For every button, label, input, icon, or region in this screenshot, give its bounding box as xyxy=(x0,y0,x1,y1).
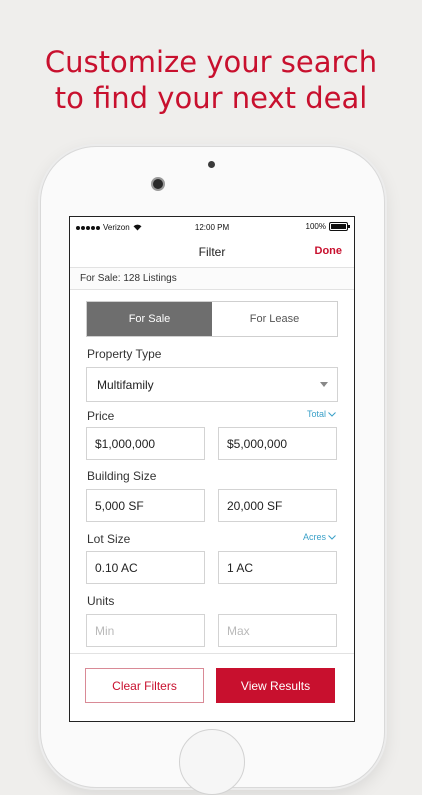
battery-percent: 100% xyxy=(305,222,326,231)
building-size-min-input[interactable] xyxy=(87,490,204,521)
units-max-input[interactable] xyxy=(219,615,336,646)
battery-icon xyxy=(329,222,350,231)
dropdown-caret-icon xyxy=(320,382,328,387)
marketing-headline: Customize your search to find your next … xyxy=(0,44,422,116)
price-max-input[interactable] xyxy=(219,428,336,459)
property-type-select[interactable]: Multifamily xyxy=(86,367,338,402)
segment-for-sale[interactable]: For Sale xyxy=(87,302,212,336)
nav-bar: Filter Done xyxy=(70,237,354,268)
price-unit-label: Total xyxy=(306,409,326,419)
speaker-dot xyxy=(208,161,215,168)
building-size-max-input[interactable] xyxy=(219,490,336,521)
price-min-field[interactable] xyxy=(86,427,205,460)
units-min-field[interactable] xyxy=(86,614,205,647)
price-max-field[interactable] xyxy=(218,427,337,460)
segment-for-lease[interactable]: For Lease xyxy=(212,302,337,336)
chevron-down-icon xyxy=(328,411,336,417)
lot-size-unit-label: Acres xyxy=(302,532,326,542)
building-size-max-field[interactable] xyxy=(218,489,337,522)
price-min-input[interactable] xyxy=(87,428,204,459)
home-button[interactable] xyxy=(179,729,245,795)
status-right: 100% xyxy=(305,222,350,231)
building-size-min-field[interactable] xyxy=(86,489,205,522)
lot-size-label: Lot Size xyxy=(87,532,131,546)
chevron-down-icon xyxy=(328,534,336,540)
building-size-label: Building Size xyxy=(87,469,157,483)
units-max-field[interactable] xyxy=(218,614,337,647)
price-unit-toggle[interactable]: Total xyxy=(307,409,336,419)
property-type-value: Multifamily xyxy=(97,378,154,392)
clear-filters-button[interactable]: Clear Filters xyxy=(85,668,204,703)
property-type-label: Property Type xyxy=(87,347,162,361)
view-results-button[interactable]: View Results xyxy=(216,668,335,703)
camera-icon xyxy=(151,177,165,191)
units-min-input[interactable] xyxy=(87,615,204,646)
headline-line-2: to find your next deal xyxy=(54,81,368,115)
units-label: Units xyxy=(87,594,115,608)
lot-size-unit-toggle[interactable]: Acres xyxy=(303,532,336,542)
phone-screen: Verizon 12:00 PM 100% Filter Done For Sa… xyxy=(69,216,355,722)
done-button[interactable]: Done xyxy=(315,245,343,257)
lot-size-max-input[interactable] xyxy=(219,552,336,583)
listing-type-segmented-control: For Sale For Lease xyxy=(86,301,338,337)
price-label: Price xyxy=(87,409,115,423)
page-title: Filter xyxy=(198,245,226,259)
listing-count: For Sale: 128 Listings xyxy=(80,273,177,284)
headline-line-1: Customize your search xyxy=(44,45,378,79)
lot-size-min-input[interactable] xyxy=(87,552,204,583)
lot-size-max-field[interactable] xyxy=(218,551,337,584)
listing-summary-bar: For Sale: 128 Listings xyxy=(70,268,354,290)
status-bar: Verizon 12:00 PM 100% xyxy=(70,217,354,237)
action-bar: Clear Filters View Results xyxy=(70,653,354,721)
lot-size-min-field[interactable] xyxy=(86,551,205,584)
